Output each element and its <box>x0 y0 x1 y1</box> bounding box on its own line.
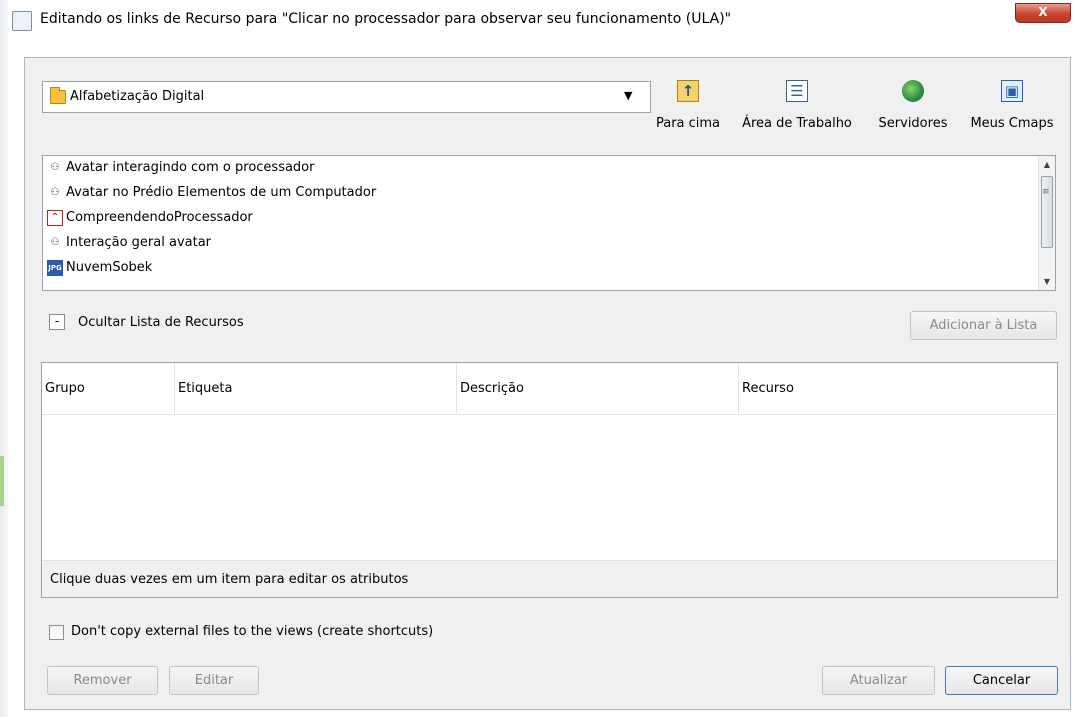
list-item[interactable]: ⚇ Interação geral avatar <box>47 231 212 254</box>
dont-copy-files-label[interactable]: Don't copy external files to the views (… <box>71 624 433 639</box>
resource-list[interactable]: ⚇ Avatar interagindo com o processador ⚇… <box>42 155 1056 291</box>
pdf-icon: ⌃ <box>47 209 63 226</box>
scroll-up-icon[interactable]: ▲ <box>1039 156 1055 173</box>
cmap-app-icon <box>12 11 32 31</box>
column-header-resource[interactable]: Recurso <box>739 363 1057 415</box>
title-bar: Editando os links de Recurso para "Clica… <box>8 0 1081 42</box>
add-to-list-button[interactable]: Adicionar à Lista <box>910 311 1057 340</box>
nav-desktop-button[interactable]: ☰ Área de Trabalho <box>730 80 864 131</box>
window-edge-accent <box>0 456 4 506</box>
scroll-grip-icon: ≡ <box>1042 187 1050 197</box>
list-item-label: Avatar interagindo com o processador <box>66 160 315 175</box>
folder-up-icon: ↑ <box>677 80 699 102</box>
servers-globe-icon <box>902 80 924 102</box>
nav-servers-button[interactable]: Servidores <box>868 80 958 131</box>
list-item[interactable]: ⌃ CompreendendoProcessador <box>47 206 253 229</box>
list-item-label: NuvemSobek <box>66 260 153 275</box>
window-edge <box>0 0 8 717</box>
column-header-group[interactable]: Grupo <box>42 363 175 415</box>
resource-links-dialog: Editando os links de Recurso para "Clica… <box>0 0 1081 717</box>
edit-button[interactable]: Editar <box>169 666 259 695</box>
list-item-label: CompreendendoProcessador <box>66 210 253 225</box>
nav-servers-label: Servidores <box>878 116 948 131</box>
desktop-icon: ☰ <box>786 80 808 102</box>
column-header-description[interactable]: Descrição <box>457 363 739 415</box>
chevron-down-icon[interactable]: ▼ <box>624 89 632 102</box>
list-item[interactable]: ⚇ Avatar interagindo com o processador <box>47 156 315 179</box>
collapse-resource-list-label[interactable]: Ocultar Lista de Recursos <box>78 315 244 330</box>
list-item-label: Interação geral avatar <box>66 235 212 250</box>
column-header-label[interactable]: Etiqueta <box>175 363 457 415</box>
remove-button[interactable]: Remover <box>47 666 158 695</box>
nav-mycmaps-button[interactable]: ▣ Meus Cmaps <box>962 80 1062 131</box>
dialog-body: Alfabetização Digital ▼ ↑ Para cima ☰ Ár… <box>24 57 1071 710</box>
cmap-icon: ⚇ <box>50 187 60 198</box>
cmap-icon: ⚇ <box>50 162 60 173</box>
collapse-resource-list-button[interactable]: - <box>49 314 65 330</box>
list-item[interactable]: ⚇ Avatar no Prédio Elementos de um Compu… <box>47 181 377 204</box>
scroll-down-icon[interactable]: ▼ <box>1039 273 1055 290</box>
jpg-icon: JPG <box>47 259 63 276</box>
location-value: Alfabetização Digital <box>70 89 205 104</box>
list-item[interactable]: JPG NuvemSobek <box>47 256 152 279</box>
resource-links-table[interactable]: Grupo Etiqueta Descrição Recurso Clique … <box>41 362 1058 598</box>
window-title: Editando os links de Recurso para "Clica… <box>40 11 732 27</box>
list-item-label: Avatar no Prédio Elementos de um Computa… <box>66 185 377 200</box>
folder-icon <box>50 87 66 104</box>
cancel-button[interactable]: Cancelar <box>945 666 1058 695</box>
table-header: Grupo Etiqueta Descrição Recurso <box>42 363 1057 415</box>
nav-up-button[interactable]: ↑ Para cima <box>648 80 728 131</box>
vertical-scrollbar[interactable]: ▲ ≡ ▼ <box>1038 156 1055 290</box>
dont-copy-files-checkbox[interactable] <box>49 625 64 640</box>
location-dropdown[interactable]: Alfabetização Digital ▼ <box>42 81 651 113</box>
table-hint: Clique duas vezes em um item para editar… <box>42 560 1057 597</box>
close-button[interactable]: X <box>1015 3 1071 23</box>
cmap-icon: ⚇ <box>50 237 60 248</box>
nav-up-label: Para cima <box>655 116 721 131</box>
my-cmaps-icon: ▣ <box>1001 80 1023 102</box>
nav-desktop-label: Área de Trabalho <box>742 116 852 131</box>
update-button[interactable]: Atualizar <box>822 666 935 695</box>
nav-mycmaps-label: Meus Cmaps <box>970 116 1054 131</box>
